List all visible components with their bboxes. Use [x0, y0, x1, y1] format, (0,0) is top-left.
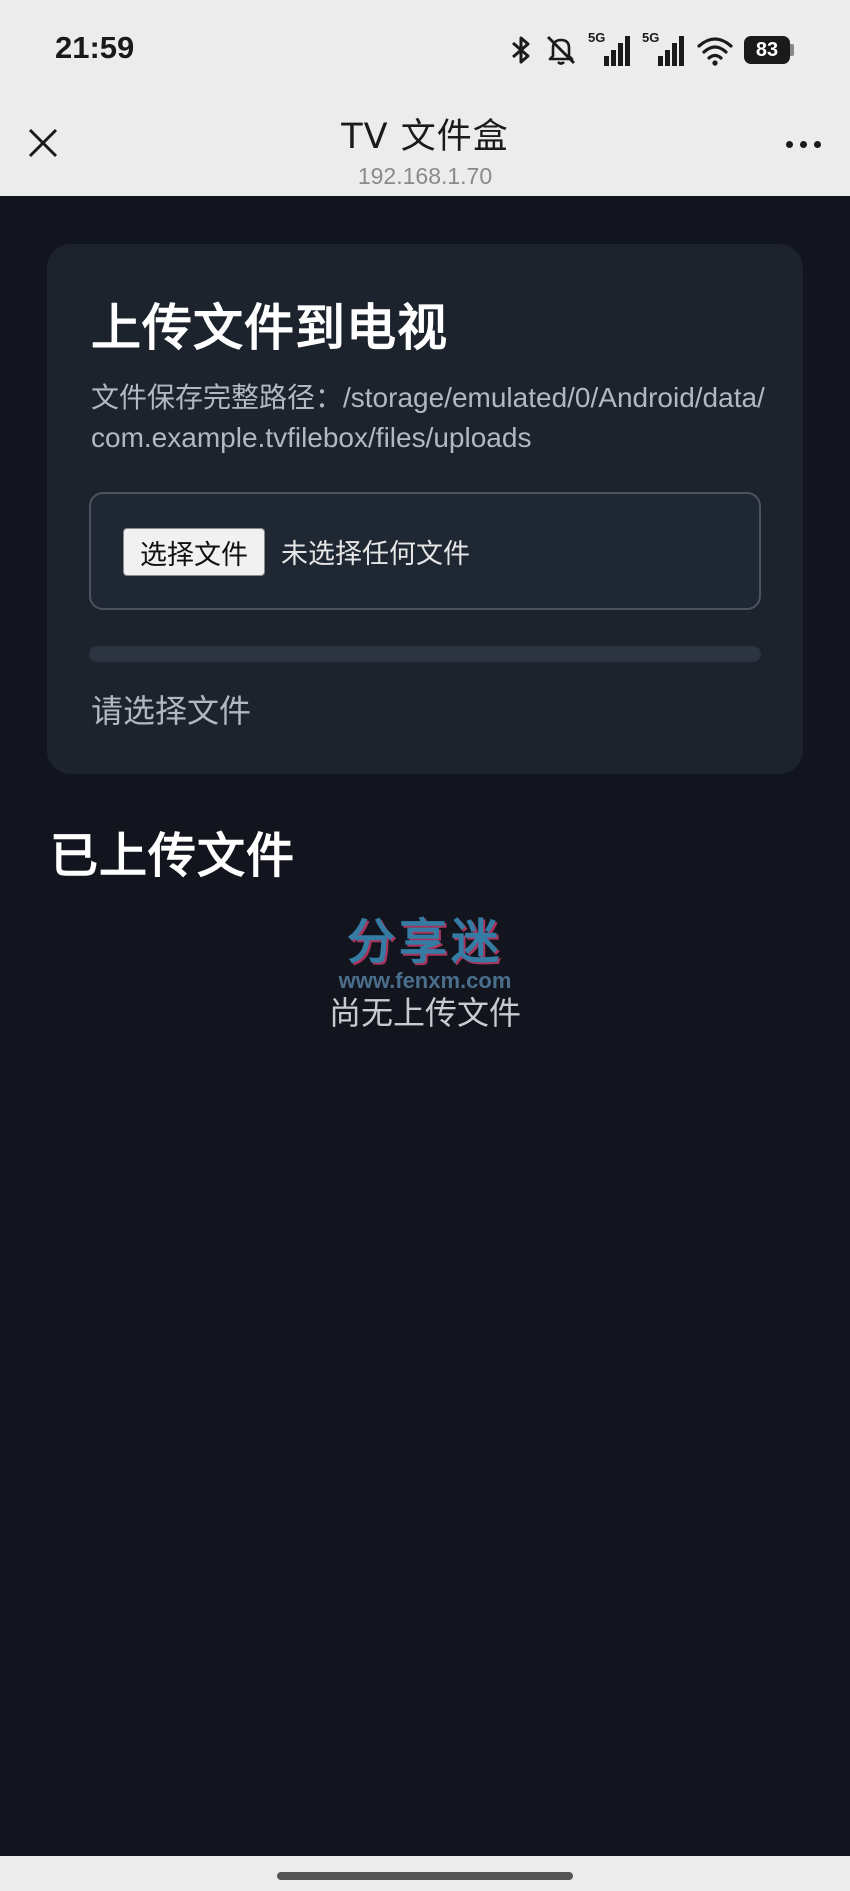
mute-icon: [547, 36, 575, 65]
choose-file-button[interactable]: 选择文件: [123, 528, 265, 576]
page-title: TV 文件盒: [341, 117, 509, 157]
more-button[interactable]: [778, 124, 828, 164]
watermark: 分享迷 www.fenxm.com: [320, 902, 530, 994]
watermark-logo: 分享迷: [346, 914, 503, 970]
file-input[interactable]: 选择文件 未选择任何文件: [89, 492, 761, 610]
bluetooth-icon: [512, 36, 530, 64]
upload-progress-bar: [89, 646, 761, 662]
signal-5g-icon: 5G: [642, 30, 686, 68]
more-dot-icon: [785, 140, 793, 148]
navigation-bar: [0, 1856, 850, 1891]
page-subtitle: 192.168.1.70: [357, 163, 493, 189]
file-status-text: 未选择任何文件: [281, 539, 470, 570]
status-icons: 5G 5G 83: [508, 30, 794, 70]
save-path-text: 文件保存完整路径：/storage/emulated/0/Android/dat…: [91, 382, 765, 453]
more-dot-icon: [799, 140, 807, 148]
wifi-icon: [697, 37, 733, 66]
title-bar: TV 文件盒 192.168.1.70: [0, 100, 850, 196]
title-block: TV 文件盒 192.168.1.70: [0, 108, 850, 190]
upload-card: 上传文件到电视 文件保存完整路径：/storage/emulated/0/And…: [47, 244, 803, 774]
upload-hint-text: 请选择文件: [91, 692, 252, 730]
page-content: 上传文件到电视 文件保存完整路径：/storage/emulated/0/And…: [0, 196, 850, 1856]
signal-5g-icon: 5G: [588, 30, 632, 68]
status-time: 21:59: [55, 30, 135, 65]
empty-list-text: 尚无上传文件: [328, 994, 521, 1032]
battery-icon: 83: [744, 36, 794, 64]
upload-card-title: 上传文件到电视: [91, 299, 448, 357]
more-dot-icon: [813, 140, 821, 148]
battery-level: 83: [744, 36, 790, 64]
status-bar: 21:59 5G 5G 83: [0, 0, 850, 100]
home-indicator[interactable]: [277, 1872, 573, 1880]
uploaded-files-title: 已上传文件: [50, 828, 296, 884]
